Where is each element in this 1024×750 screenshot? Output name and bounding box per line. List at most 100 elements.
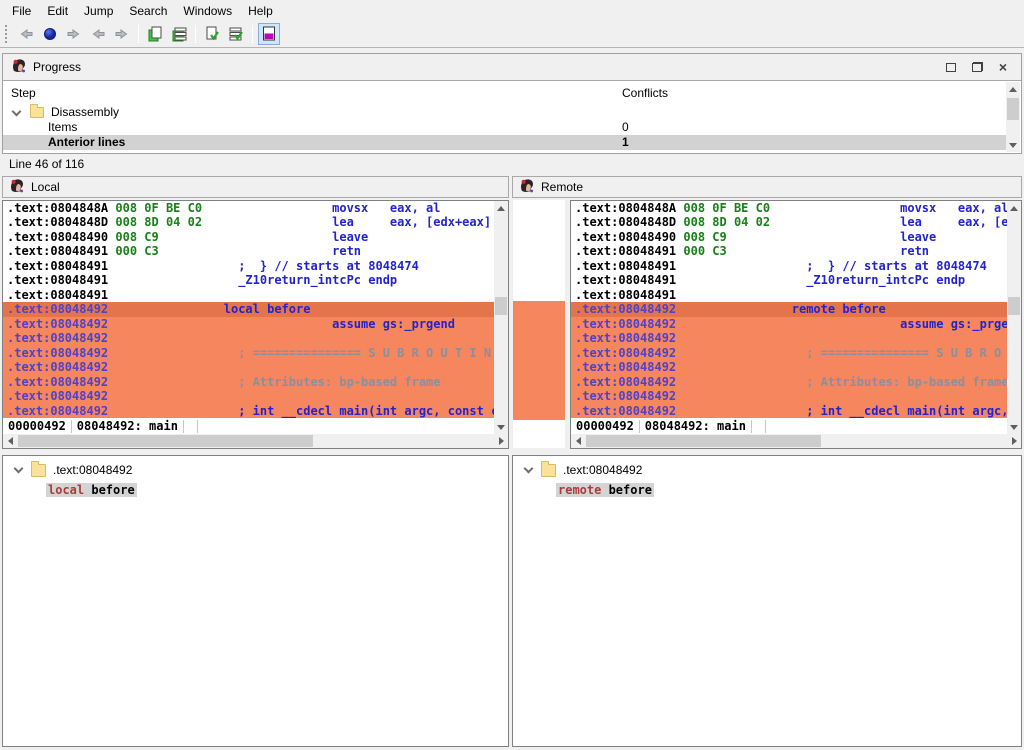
menu-help[interactable]: Help — [240, 2, 281, 20]
tree-node[interactable]: .text:08048492 — [3, 460, 508, 480]
remote-titlebar: Remote — [512, 176, 1022, 198]
menu-bar: FileEditJumpSearchWindowsHelp — [0, 0, 1024, 21]
local-detail-panel: .text:08048492 local before — [2, 455, 509, 747]
code-line[interactable]: .text:0804848D 008 8D 04 02 lea eax, [ed… — [571, 215, 1007, 229]
menu-file[interactable]: File — [4, 2, 39, 20]
code-line[interactable]: .text:08048490 008 C9 leave — [571, 230, 1007, 244]
float-button[interactable] — [967, 59, 987, 75]
code-line[interactable]: .text:08048492 ; int __cdecl main(int ar… — [3, 404, 494, 418]
code-line[interactable]: .text:08048492 ; Attributes: bp-based fr… — [3, 375, 494, 389]
progress-vscrollbar[interactable] — [1006, 82, 1020, 152]
progress-tree: Step Conflicts DisassemblyItems0Anterior… — [3, 81, 1021, 153]
toolbar-separator — [195, 25, 196, 43]
code-line[interactable]: .text:08048492 — [3, 331, 494, 345]
nav-previous-button[interactable] — [87, 23, 109, 45]
scroll-left-icon[interactable] — [571, 434, 585, 448]
tree-row-disassembly[interactable]: Disassembly — [3, 105, 1006, 120]
close-button[interactable]: × — [993, 59, 1013, 75]
scrollbar-thumb[interactable] — [1007, 98, 1019, 120]
conflicts-value: 0 — [622, 120, 629, 135]
scroll-down-icon[interactable] — [494, 420, 508, 434]
arrow-right-icon — [114, 26, 130, 42]
scroll-right-icon[interactable] — [1007, 434, 1021, 448]
line-indicator: Line 46 of 116 — [2, 155, 1022, 174]
scrollbar-thumb[interactable] — [1008, 297, 1020, 315]
nav-stop-button[interactable] — [39, 23, 61, 45]
menu-edit[interactable]: Edit — [39, 2, 76, 20]
chevron-down-icon[interactable] — [12, 107, 22, 117]
nav-back-button[interactable] — [15, 23, 37, 45]
progress-titlebar: Progress × — [3, 54, 1021, 81]
code-line[interactable]: .text:08048492 local before — [3, 302, 494, 316]
menu-jump[interactable]: Jump — [76, 2, 121, 20]
code-line[interactable]: .text:08048492 — [3, 389, 494, 403]
column-conflicts: Conflicts — [622, 81, 668, 105]
scroll-down-icon[interactable] — [1007, 420, 1021, 434]
nav-next-button[interactable] — [111, 23, 133, 45]
code-line[interactable]: .text:08048491 ; } // starts at 8048474 — [3, 259, 494, 273]
code-line[interactable]: .text:08048492 ; =============== S U B R… — [3, 346, 494, 360]
scroll-up-icon[interactable] — [494, 201, 508, 215]
scroll-down-icon[interactable] — [1006, 138, 1020, 152]
code-line[interactable]: .text:08048492 assume gs:_prgend — [3, 317, 494, 331]
conflicts-value: 1 — [622, 135, 629, 150]
menu-windows[interactable]: Windows — [175, 2, 240, 20]
anterior-line-value: local before — [46, 483, 137, 497]
code-line[interactable]: .text:08048491 000 C3 retn — [3, 244, 494, 258]
code-line[interactable]: .text:08048491 — [571, 288, 1007, 302]
code-line[interactable]: .text:08048491 _Z10return_intcPc endp — [3, 273, 494, 287]
code-line[interactable]: .text:08048492 — [571, 389, 1007, 403]
scroll-left-icon[interactable] — [3, 434, 17, 448]
code-line[interactable]: .text:0804848A 008 0F BE C0 movsx eax, a… — [571, 201, 1007, 215]
code-line[interactable]: .text:08048491 — [3, 288, 494, 302]
code-line[interactable]: .text:0804848A 008 0F BE C0 movsx eax, a… — [3, 201, 494, 215]
toolbar-separator — [138, 25, 139, 43]
accept-doc-button[interactable] — [201, 23, 223, 45]
local-hscrollbar[interactable] — [3, 434, 508, 448]
code-line[interactable]: .text:08048491 ; } // starts at 8048474 — [571, 259, 1007, 273]
jump-local-doc-button[interactable] — [144, 23, 166, 45]
scrollbar-thumb[interactable] — [495, 297, 507, 315]
menu-search[interactable]: Search — [121, 2, 175, 20]
local-code-listing: .text:0804848A 008 0F BE C0 movsx eax, a… — [3, 201, 494, 418]
local-vscrollbar[interactable] — [494, 201, 508, 434]
code-line[interactable]: .text:08048492 ; =============== S U B R… — [571, 346, 1007, 360]
scroll-up-icon[interactable] — [1007, 201, 1021, 215]
code-line[interactable]: .text:08048491 000 C3 retn — [571, 244, 1007, 258]
tree-node[interactable]: .text:08048492 — [513, 460, 1021, 480]
code-line[interactable]: .text:08048492 assume gs:_prgend — [571, 317, 1007, 331]
scrollbar-thumb[interactable] — [18, 435, 313, 447]
code-line[interactable]: .text:08048490 008 C9 leave — [3, 230, 494, 244]
show-merge-view-button[interactable] — [258, 23, 280, 45]
chevron-down-icon[interactable] — [14, 464, 24, 474]
code-line[interactable]: .text:08048492 remote before — [571, 302, 1007, 316]
maximize-button[interactable] — [941, 59, 961, 75]
tree-leaf[interactable]: local before — [3, 483, 508, 501]
remote-detail-panel: .text:08048492 remote before — [512, 455, 1022, 747]
magenta-document-icon — [260, 25, 278, 43]
scroll-right-icon[interactable] — [494, 434, 508, 448]
scrollbar-thumb[interactable] — [586, 435, 821, 447]
nav-forward-button[interactable] — [63, 23, 85, 45]
remote-statusbar: 0000049208048492: main — [571, 419, 1007, 434]
green-document-icon — [146, 25, 164, 43]
code-line[interactable]: .text:08048492 — [571, 360, 1007, 374]
node-label: .text:08048492 — [53, 463, 132, 477]
code-line[interactable]: .text:0804848D 008 8D 04 02 lea eax, [ed… — [3, 215, 494, 229]
local-panel: Local .text:0804848A 008 0F BE C0 movsx … — [2, 176, 509, 449]
code-line[interactable]: .text:08048492 ; Attributes: bp-based fr… — [571, 375, 1007, 389]
remote-hscrollbar[interactable] — [571, 434, 1021, 448]
tree-leaf[interactable]: remote before — [513, 483, 1021, 501]
code-line[interactable]: .text:08048492 — [571, 331, 1007, 345]
chevron-down-icon[interactable] — [524, 464, 534, 474]
jump-local-list-button[interactable] — [168, 23, 190, 45]
code-line[interactable]: .text:08048492 — [3, 360, 494, 374]
scroll-up-icon[interactable] — [1006, 82, 1020, 96]
accept-list-button[interactable] — [225, 23, 247, 45]
tree-row-items[interactable]: Items0 — [3, 120, 1006, 135]
remote-vscrollbar[interactable] — [1007, 201, 1021, 434]
tree-row-anterior-lines[interactable]: Anterior lines1 — [3, 135, 1006, 150]
toolbar-drag-handle[interactable] — [5, 25, 10, 43]
code-line[interactable]: .text:08048492 ; int __cdecl main(int ar… — [571, 404, 1007, 418]
code-line[interactable]: .text:08048491 _Z10return_intcPc endp — [571, 273, 1007, 287]
